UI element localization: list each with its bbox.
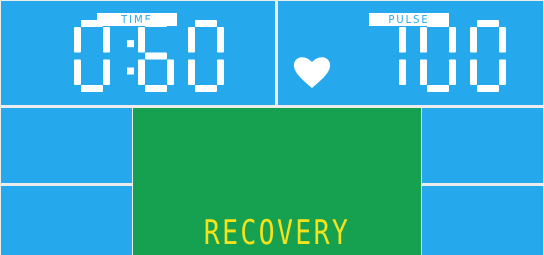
time-value bbox=[74, 20, 224, 100]
lcd-display: TIME PULSE RECOVERY bbox=[0, 0, 544, 255]
left-upper-panel bbox=[1, 108, 132, 183]
heart-icon bbox=[292, 54, 332, 90]
mode-text: RECOVERY bbox=[203, 213, 351, 253]
right-lower-panel bbox=[422, 186, 543, 255]
right-upper-panel bbox=[422, 108, 543, 183]
left-lower-panel bbox=[1, 186, 132, 255]
pulse-value bbox=[370, 20, 506, 100]
